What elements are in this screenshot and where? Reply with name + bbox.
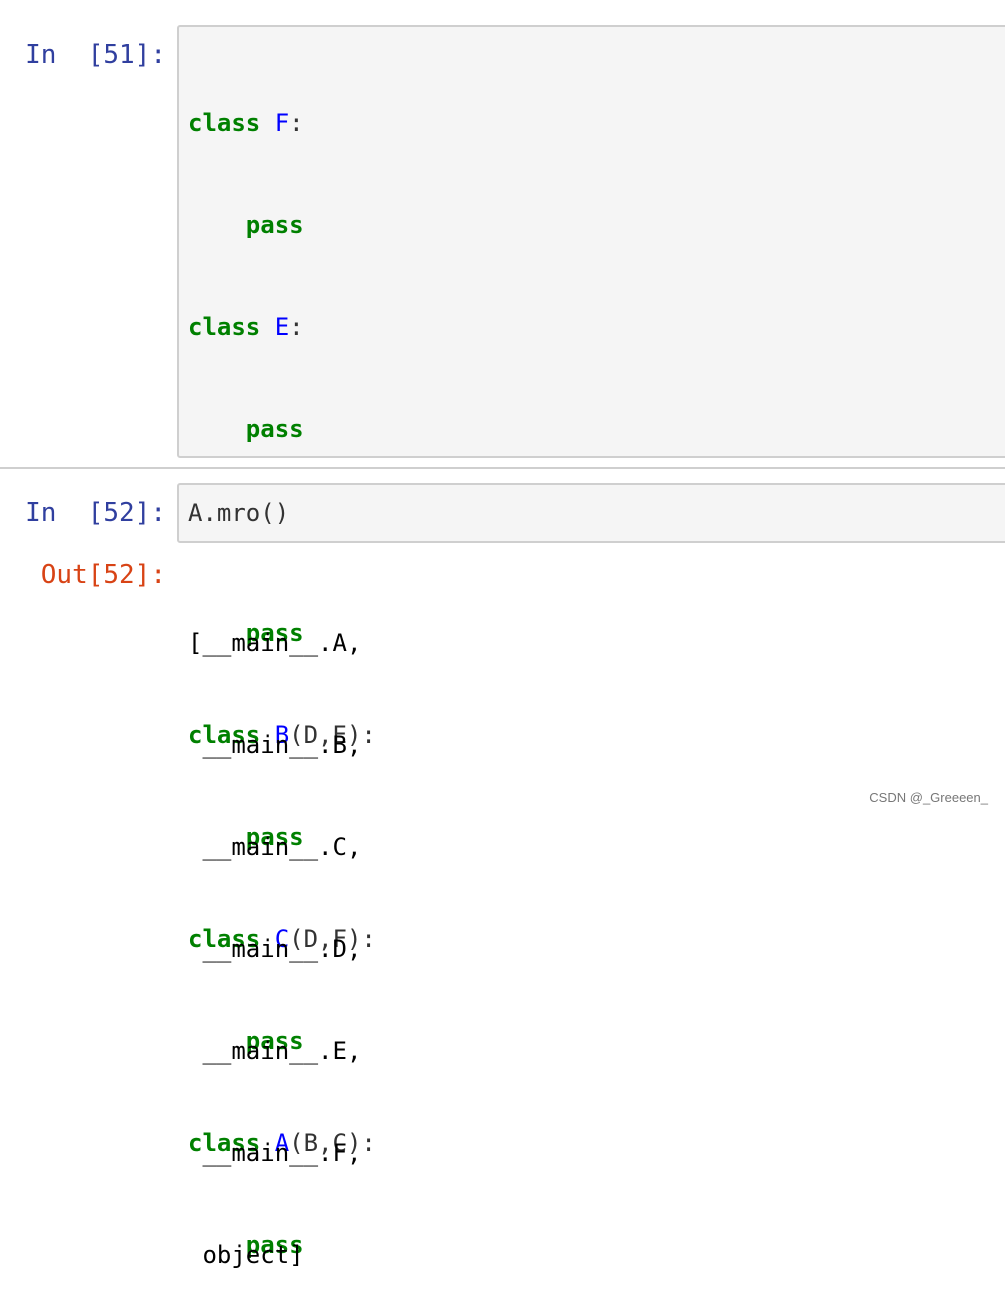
code-line: pass — [245, 415, 304, 443]
output-line: __main__.C, — [188, 833, 362, 861]
output-line: __main__.E, — [188, 1037, 362, 1065]
code-line: class F: — [188, 109, 304, 137]
code-line: pass — [245, 211, 304, 239]
output-line: __main__.D, — [188, 935, 362, 963]
cell-divider — [0, 467, 1005, 469]
output-line: __main__.B, — [188, 731, 362, 759]
output-area-52: [__main__.A, __main__.B, __main__.C, __m… — [188, 558, 361, 1306]
code-line: class E: — [188, 313, 304, 341]
output-line: __main__.F, — [188, 1139, 362, 1167]
output-line: [__main__.A, — [188, 629, 362, 657]
watermark: CSDN @_Greeeen_ — [869, 790, 988, 805]
code-cell-52[interactable] — [177, 483, 1005, 543]
output-line: object] — [188, 1241, 304, 1269]
output-prompt-52: Out[52]: — [40, 560, 166, 590]
code-line-52: A.mro() — [188, 499, 290, 527]
input-prompt-52: In [52]: — [25, 498, 166, 528]
input-prompt-51: In [51]: — [25, 40, 166, 70]
